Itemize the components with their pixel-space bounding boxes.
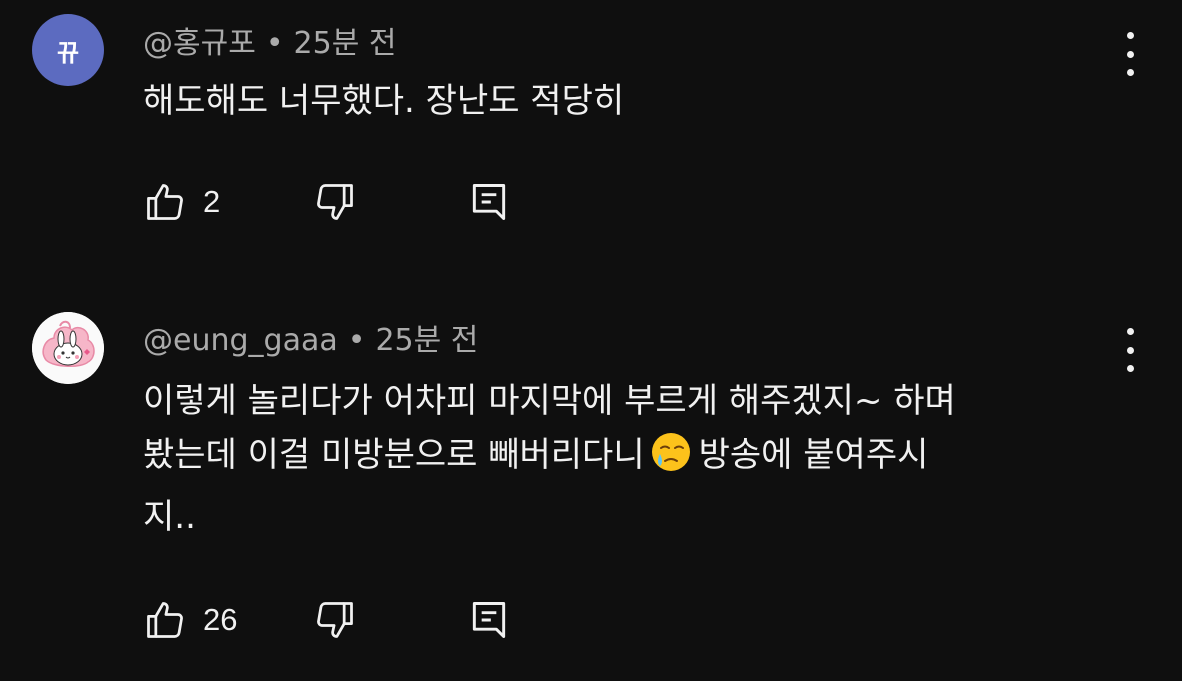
reply-button[interactable]	[467, 598, 511, 642]
comment-actions: 26	[143, 598, 543, 642]
face-holding-back-tears-icon	[649, 430, 693, 490]
avatar-letter: 뀨	[56, 38, 80, 67]
like-button[interactable]: 26	[143, 598, 237, 642]
more-actions-button[interactable]	[1118, 32, 1142, 76]
comment-text-line: 방송에 붙여주시	[698, 435, 929, 475]
more-dot	[1126, 69, 1134, 76]
comment-text-line: 이렇게 놀리다가 어차피 마지막에 부르게 해주겠지~ 하며	[143, 381, 956, 421]
comment-text: 해도해도 너무했다. 장난도 적당히	[143, 74, 1103, 128]
reply-icon	[472, 184, 506, 220]
comment-text-line-wrap: 봤는데 이걸 미방분으로 빼버리다니 방송에 붙여주시	[143, 428, 1103, 490]
comment-text-line: 지..	[143, 497, 196, 537]
like-count: 26	[203, 602, 238, 637]
comment-actions: 2	[143, 180, 543, 224]
dislike-button[interactable]	[313, 598, 357, 642]
thumbs-up-icon	[147, 602, 183, 638]
comment-meta: @홍규포 • 25분 전	[143, 18, 396, 62]
like-count: 2	[203, 184, 221, 219]
avatar[interactable]: 뀨	[32, 14, 104, 86]
thumbs-down-icon	[317, 184, 353, 220]
author-name[interactable]: @eung_gaaa	[143, 323, 338, 358]
bunny-avatar-icon	[32, 312, 104, 384]
meta-separator: •	[265, 26, 284, 61]
comment-time[interactable]: 25분 전	[294, 26, 397, 61]
thumbs-up-icon	[147, 184, 183, 220]
more-dot	[1126, 365, 1134, 372]
meta-separator: •	[347, 323, 366, 358]
comment-meta: @eung_gaaa • 25분 전	[143, 315, 478, 359]
reply-button[interactable]	[467, 180, 511, 224]
more-dot	[1126, 328, 1134, 335]
comment-text-line: 해도해도 너무했다. 장난도 적당히	[143, 81, 625, 121]
reply-icon	[472, 602, 506, 638]
more-actions-button[interactable]	[1118, 328, 1142, 372]
comment-text: 이렇게 놀리다가 어차피 마지막에 부르게 해주겠지~ 하며 봤는데 이걸 미방…	[143, 374, 1103, 544]
avatar[interactable]	[32, 312, 104, 384]
dislike-button[interactable]	[313, 180, 357, 224]
more-dot	[1126, 32, 1134, 39]
like-button[interactable]: 2	[143, 180, 220, 224]
author-name[interactable]: @홍규포	[143, 26, 256, 61]
more-dot	[1126, 50, 1134, 58]
thumbs-down-icon	[317, 602, 353, 638]
more-dot	[1126, 346, 1134, 354]
comment-text-line: 봤는데 이걸 미방분으로 빼버리다니	[143, 435, 645, 475]
comment-time[interactable]: 25분 전	[375, 323, 478, 358]
